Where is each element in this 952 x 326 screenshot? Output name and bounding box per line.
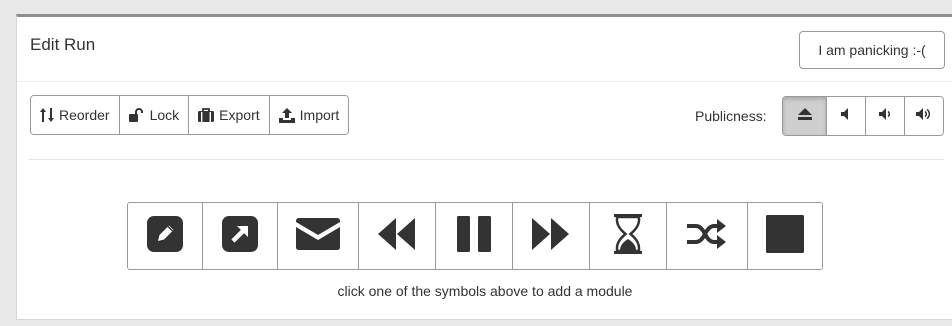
volume-up-icon bbox=[916, 107, 932, 125]
import-button[interactable]: Import bbox=[268, 96, 349, 134]
module-picker bbox=[127, 202, 823, 270]
add-shuffle-module-button[interactable] bbox=[666, 203, 747, 269]
import-label: Import bbox=[299, 107, 340, 123]
volume-off-icon bbox=[841, 107, 851, 125]
page-title: Edit Run bbox=[30, 35, 96, 54]
shuffle-icon bbox=[687, 218, 727, 255]
lock-button[interactable]: Lock bbox=[118, 96, 189, 134]
add-wait-module-button[interactable] bbox=[589, 203, 666, 269]
add-stop-module-button[interactable] bbox=[747, 203, 822, 269]
lock-label: Lock bbox=[149, 107, 180, 123]
add-link-module-button[interactable] bbox=[202, 203, 277, 269]
publicness-level-1-button[interactable] bbox=[826, 97, 865, 135]
export-button[interactable]: Export bbox=[188, 96, 269, 134]
divider bbox=[17, 81, 952, 82]
unlock-icon bbox=[128, 108, 145, 122]
publicness-private-button[interactable] bbox=[783, 97, 826, 135]
publicness-label: Publicness: bbox=[695, 108, 767, 124]
upload-icon bbox=[278, 107, 295, 123]
export-label: Export bbox=[219, 107, 260, 123]
publicness-level-3-button[interactable] bbox=[904, 97, 943, 135]
publicness-level-2-button[interactable] bbox=[865, 97, 904, 135]
add-pause-module-button[interactable] bbox=[435, 203, 512, 269]
add-forward-module-button[interactable] bbox=[512, 203, 589, 269]
forward-icon bbox=[532, 217, 570, 255]
edit-icon bbox=[147, 215, 183, 257]
reorder-label: Reorder bbox=[59, 107, 110, 123]
envelope-icon bbox=[296, 217, 340, 255]
module-hint-text: click one of the symbols above to add a … bbox=[337, 283, 633, 299]
publicness-selector bbox=[782, 96, 944, 136]
add-email-module-button[interactable] bbox=[277, 203, 358, 269]
edit-run-panel: Edit Run I am panicking :-( Reorder Lock… bbox=[16, 14, 952, 320]
external-link-icon bbox=[222, 215, 258, 257]
panic-button[interactable]: I am panicking :-( bbox=[799, 31, 945, 69]
hourglass-icon bbox=[614, 213, 642, 259]
divider bbox=[29, 159, 944, 160]
volume-down-icon bbox=[879, 107, 891, 125]
stop-icon bbox=[766, 214, 804, 258]
sort-icon bbox=[40, 107, 54, 123]
run-toolbar: Reorder Lock Export Import bbox=[30, 95, 350, 135]
pause-icon bbox=[456, 215, 492, 257]
add-backward-module-button[interactable] bbox=[358, 203, 435, 269]
eject-icon bbox=[797, 107, 813, 125]
add-edit-module-button[interactable] bbox=[128, 203, 202, 269]
briefcase-icon bbox=[198, 108, 215, 122]
backward-icon bbox=[378, 217, 416, 255]
reorder-button[interactable]: Reorder bbox=[31, 96, 119, 134]
